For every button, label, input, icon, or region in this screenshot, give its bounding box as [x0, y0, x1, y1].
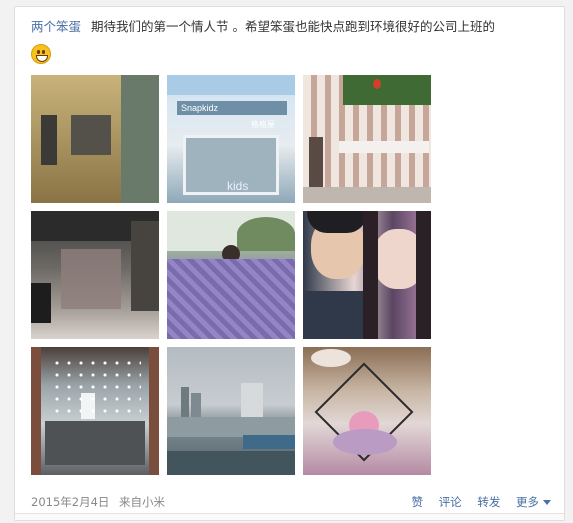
store-sign-text: Snapkidz — [181, 103, 219, 113]
photo-building-street[interactable] — [31, 75, 159, 203]
photo-snapkidz-store[interactable]: Snapkidz 格格屋 kids — [167, 75, 295, 203]
post-source-link[interactable]: 来自小米 — [119, 493, 165, 511]
photo-couple-selfie[interactable] — [303, 211, 431, 339]
post-text-line: 两个笨蛋 期待我们的第一个情人节 。希望笨蛋也能快点跑到环境很好的公司上班的 — [31, 17, 561, 37]
like-button[interactable]: 赞 — [412, 495, 424, 509]
post-text: 期待我们的第一个情人节 。希望笨蛋也能快点跑到环境很好的公司上班的 — [91, 19, 495, 34]
photo-river-skyline[interactable] — [167, 347, 295, 475]
more-label: 更多 — [516, 495, 539, 509]
repost-button[interactable]: 转发 — [477, 495, 500, 509]
post-divider — [15, 513, 564, 520]
weibo-post-card: 两个笨蛋 期待我们的第一个情人节 。希望笨蛋也能快点跑到环境很好的公司上班的 Sn… — [14, 6, 565, 521]
photo-lavender-field[interactable] — [167, 211, 295, 339]
post-author-link[interactable]: 两个笨蛋 — [31, 19, 81, 34]
photo-flower-terrarium[interactable] — [303, 347, 431, 475]
post-time-link[interactable]: 2015年2月4日 — [31, 493, 109, 511]
store-sign-subtext: 格格屋 — [251, 120, 275, 129]
photo-snowflake-window[interactable] — [31, 347, 159, 475]
store-window-text: kids — [227, 179, 249, 193]
grin-emoji-icon — [31, 44, 51, 64]
post-actions: 赞 评论 转发 更多 — [400, 493, 551, 511]
chevron-down-icon — [543, 500, 551, 505]
post-footer: 2015年2月4日 来自小米 赞 评论 转发 更多 — [31, 493, 551, 511]
photo-striped-shopfront[interactable] — [303, 75, 431, 203]
more-button[interactable]: 更多 — [516, 495, 551, 509]
comment-button[interactable]: 评论 — [439, 495, 462, 509]
photo-cafe-interior[interactable] — [31, 211, 159, 339]
